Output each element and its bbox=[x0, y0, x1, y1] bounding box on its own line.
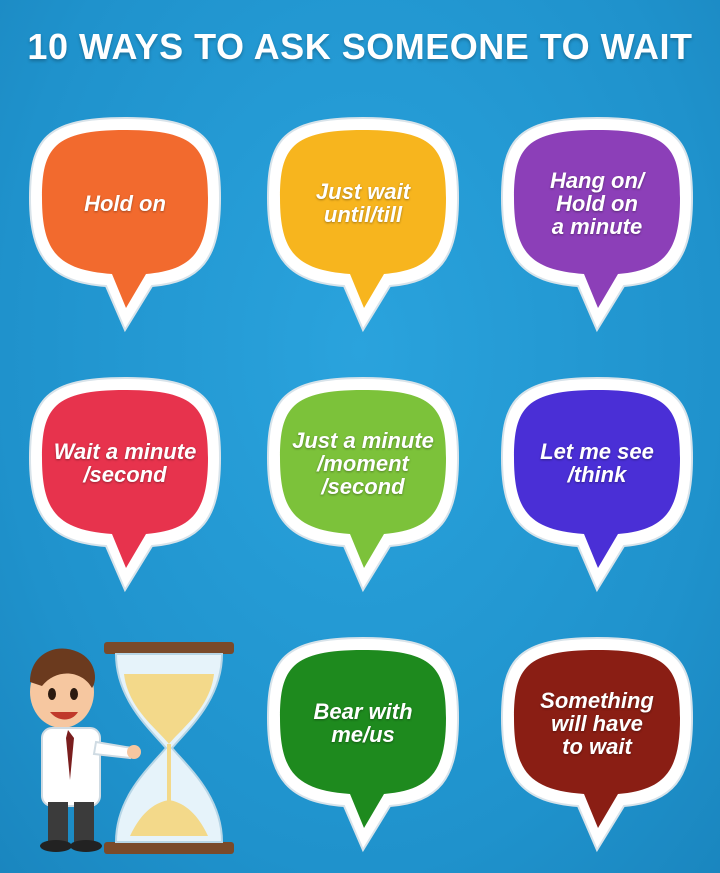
phrase-text: Wait a minute /second bbox=[53, 439, 197, 487]
phrase-text: Hold on bbox=[84, 190, 166, 216]
phrase-bubble-wait-a-minute: Wait a minute /second bbox=[20, 370, 230, 600]
phrase-text: Just a minute /moment /second bbox=[292, 427, 434, 499]
page-title: 10 WAYS TO ASK SOMEONE TO WAIT bbox=[27, 26, 693, 67]
phrase-bubble-just-wait: Just wait until/till bbox=[258, 110, 468, 340]
phrase-text: Just wait until/till bbox=[315, 179, 411, 227]
phrase-bubble-hang-on: Hang on/ Hold on a minute bbox=[492, 110, 702, 340]
phrase-bubble-bear-with-me: Bear with me/us bbox=[258, 630, 468, 860]
phrase-text: Something will have to wait bbox=[540, 687, 654, 759]
phrase-text: Bear with me/us bbox=[313, 699, 413, 747]
phrase-bubble-something-will-have-to-wait: Something will have to wait bbox=[492, 630, 702, 860]
businessman-hourglass-icon bbox=[12, 630, 252, 865]
phrase-bubble-let-me-see: Let me see /think bbox=[492, 370, 702, 600]
phrase-bubble-just-a-minute: Just a minute /moment /second bbox=[258, 370, 468, 600]
phrase-text: Let me see /think bbox=[540, 439, 654, 487]
phrase-text: Hang on/ Hold on a minute bbox=[549, 167, 645, 239]
phrase-bubble-hold-on: Hold on bbox=[20, 110, 230, 340]
